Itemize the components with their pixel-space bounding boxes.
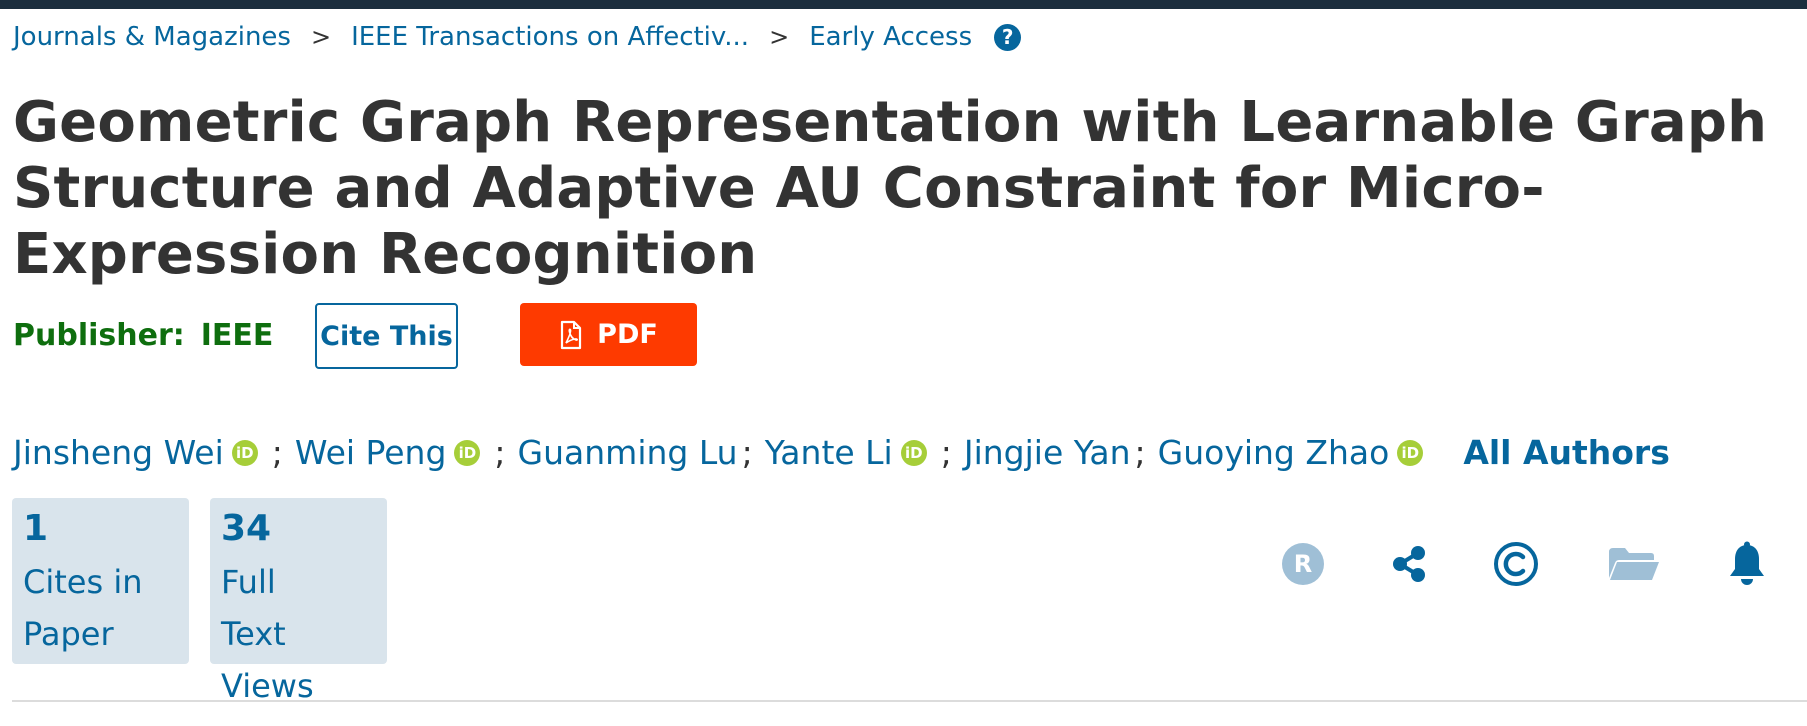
author-link[interactable]: Guoying Zhao iD xyxy=(1158,433,1424,472)
author-name: Guanming Lu xyxy=(517,433,738,472)
author-name: Jingjie Yan xyxy=(963,433,1131,472)
orcid-icon[interactable]: iD xyxy=(231,439,258,466)
author-name: Jinsheng Wei xyxy=(13,433,224,472)
publisher-label: Publisher: xyxy=(13,318,185,353)
metric-label: Cites in Paper xyxy=(23,563,143,653)
author-link[interactable]: Jinsheng Wei iD xyxy=(13,433,258,472)
breadcrumb-separator: > xyxy=(310,23,332,51)
cite-this-button[interactable]: Cite This xyxy=(315,303,458,369)
author-name: Guoying Zhao xyxy=(1157,433,1390,472)
pdf-button[interactable]: PDF xyxy=(520,303,697,366)
section-divider xyxy=(12,700,1807,702)
author-list: Jinsheng Wei iD ; Wei Peng iD ; Guanming… xyxy=(13,433,1670,472)
metric-cites-in-paper[interactable]: 1 Cites in Paper xyxy=(12,498,189,664)
metric-full-text-views[interactable]: 34 Full Text Views xyxy=(210,498,387,705)
author-name: Wei Peng xyxy=(294,433,447,472)
orcid-icon[interactable]: iD xyxy=(1397,439,1424,466)
publisher-name: IEEE xyxy=(200,318,274,353)
share-icon[interactable] xyxy=(1385,540,1433,588)
top-bar xyxy=(0,0,1807,9)
pdf-file-icon xyxy=(561,320,582,349)
metric-value: 1 xyxy=(23,508,49,549)
pdf-label: PDF xyxy=(597,319,658,350)
breadcrumb-early-access[interactable]: Early Access xyxy=(809,22,972,52)
rights-permissions-icon[interactable]: R xyxy=(1279,540,1327,588)
copyright-icon[interactable] xyxy=(1492,540,1540,588)
author-separator: ; xyxy=(1134,433,1146,472)
breadcrumb-transactions[interactable]: IEEE Transactions on Affectiv... xyxy=(351,22,749,52)
metric-label: Full Text Views xyxy=(221,563,314,705)
breadcrumb-separator: > xyxy=(769,23,790,51)
author-separator: ; xyxy=(494,433,506,472)
author-separator: ; xyxy=(271,433,283,472)
article-title: Geometric Graph Representation with Lear… xyxy=(13,90,1768,287)
author-separator: ; xyxy=(741,433,753,472)
author-name: Yante Li xyxy=(764,433,893,472)
orcid-icon[interactable]: iD xyxy=(900,439,927,466)
folder-icon[interactable] xyxy=(1607,540,1661,588)
publisher-line: Publisher: IEEE xyxy=(13,318,273,353)
author-link[interactable]: Wei Peng iD xyxy=(295,433,481,472)
breadcrumb: Journals & Magazines > IEEE Transactions… xyxy=(13,22,1022,52)
author-link[interactable]: Guanming Lu xyxy=(518,433,738,472)
alert-bell-icon[interactable] xyxy=(1723,540,1771,588)
help-icon[interactable]: ? xyxy=(994,23,1022,51)
breadcrumb-journals[interactable]: Journals & Magazines xyxy=(13,22,291,52)
metric-value: 34 xyxy=(221,508,272,549)
author-link[interactable]: Jingjie Yan xyxy=(964,433,1131,472)
author-separator: ; xyxy=(940,433,952,472)
author-link[interactable]: Yante Li iD xyxy=(765,433,927,472)
orcid-icon[interactable]: iD xyxy=(454,439,481,466)
all-authors-link[interactable]: All Authors xyxy=(1463,433,1670,472)
svg-text:R: R xyxy=(1294,550,1312,578)
